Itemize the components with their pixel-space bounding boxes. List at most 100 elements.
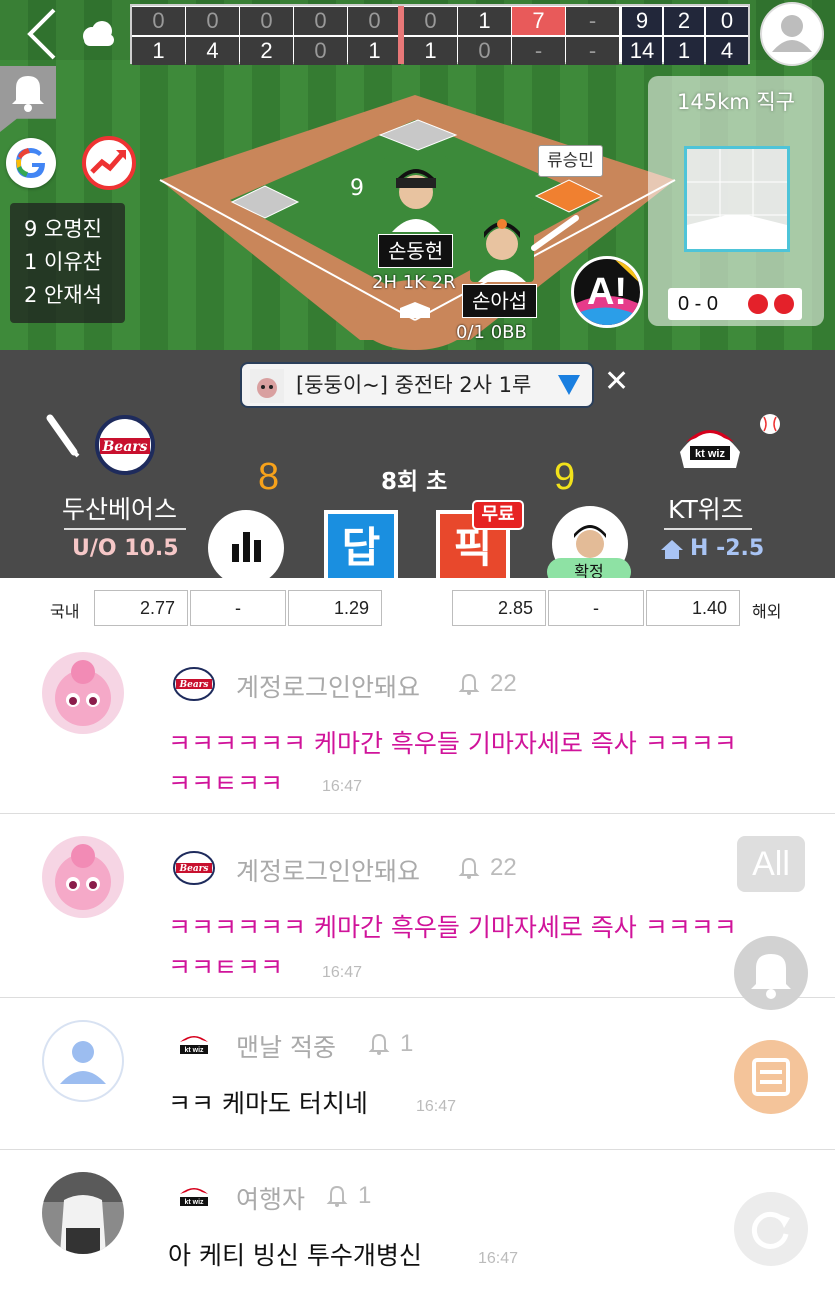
- inning-score: 1: [458, 7, 511, 35]
- count-text: 0 - 0: [678, 293, 719, 315]
- avatar[interactable]: [42, 836, 124, 918]
- user-icon: [772, 15, 812, 52]
- home-team-name: KT위즈: [668, 495, 744, 524]
- list-icon: [752, 1058, 790, 1096]
- avatar[interactable]: [42, 1172, 124, 1254]
- kt-wiz-logo: kt wiz: [676, 412, 744, 478]
- over-under-line: U/O 10.5: [72, 536, 179, 561]
- chat-time: 16:47: [322, 964, 363, 981]
- inning-indicator: 8회 초: [381, 469, 448, 495]
- svg-text:kt wiz: kt wiz: [695, 448, 725, 460]
- away-runs: 9: [622, 7, 662, 35]
- pitcher-name-tag[interactable]: 손아섭: [462, 284, 538, 318]
- like-count: 22: [490, 854, 517, 881]
- avatar[interactable]: [42, 652, 124, 734]
- batter-photo: [384, 156, 448, 232]
- scoreboard: 0 0 0 0 0 0 1 7 - 9 2 0 1 4 2 0 1 1 0 - …: [130, 4, 750, 65]
- strike-zone: [684, 146, 790, 252]
- inning-score: 0: [294, 37, 347, 65]
- chat-username[interactable]: 계정로그인안돼요: [236, 852, 420, 888]
- scoreboard-divider: [398, 6, 404, 64]
- inning-score: 1: [348, 37, 401, 65]
- domestic-odds-draw: -: [190, 590, 286, 626]
- ticker-thumbnail: [250, 369, 284, 403]
- pitcher-photo: [470, 206, 534, 282]
- doosan-bears-logo: Bears: [92, 412, 158, 478]
- chat-message[interactable]: Bears 계정로그인안돼요 22 ㅋㅋㅋㅋㅋㅋ 케마간 흑우들 기마자세로 즉…: [0, 814, 835, 998]
- google-button[interactable]: [6, 138, 56, 188]
- inning-score: 0: [348, 7, 401, 35]
- chat-username[interactable]: 계정로그인안돼요: [236, 668, 420, 704]
- ticker-text: [둥둥이~] 중전타 2사 1루: [296, 373, 532, 397]
- bar-chart-icon: [232, 532, 261, 562]
- svg-text:kt wiz: kt wiz: [184, 1199, 204, 1206]
- refresh-icon: [751, 1211, 790, 1249]
- inning-score: 4: [186, 37, 239, 65]
- kt-wiz-logo: kt wiz: [172, 1178, 216, 1214]
- bell-icon: [326, 1185, 348, 1207]
- chat-message[interactable]: Bears 계정로그인안돼요 22 ㅋㅋㅋㅋㅋㅋ 케마간 흑우들 기마자세로 즉…: [0, 638, 835, 814]
- stats-button[interactable]: [208, 510, 284, 586]
- scoreboard-away-row: 0 0 0 0 0 0 1 7 - 9 2 0: [132, 7, 748, 35]
- notification-float-button[interactable]: [734, 936, 808, 1010]
- divider: [664, 528, 752, 530]
- chat-text: ㅋㅋㅋㅋㅋㅋ 케마간 흑우들 기마자세로 즉사 ㅋㅋㅋㅋ: [168, 729, 737, 758]
- chat-message[interactable]: kt wiz 맨날 적중 1 ㅋㅋ 케마도 터치네 16:47: [0, 998, 835, 1150]
- avatar[interactable]: [42, 1020, 124, 1102]
- overseas-odds-home: 1.40: [646, 590, 740, 626]
- back-icon[interactable]: [22, 6, 62, 62]
- runner-name-tag[interactable]: 류승민: [538, 145, 603, 177]
- cloud-weather-icon: [83, 21, 114, 46]
- scoreboard-home-row: 1 4 2 0 1 1 0 - - 14 1 4: [132, 37, 748, 65]
- close-ticker-button[interactable]: ✕: [604, 364, 629, 399]
- inning-score: 0: [240, 7, 293, 35]
- kt-wiz-logo: kt wiz: [172, 1026, 216, 1062]
- play-ticker[interactable]: [둥둥이~] 중전타 2사 1루: [240, 362, 594, 408]
- bell-icon: [458, 857, 480, 879]
- bat-icon: [46, 414, 80, 458]
- baseball-field: 0 0 0 0 0 0 1 7 - 9 2 0 1 4 2 0 1 1 0 - …: [0, 0, 835, 350]
- handicap-line: H -2.5: [690, 536, 765, 561]
- free-badge: 무료: [472, 500, 524, 530]
- chat-text: ㅋㅋ 케마도 터치네: [168, 1089, 368, 1118]
- trend-button[interactable]: [82, 136, 136, 190]
- home-icon: [661, 540, 683, 559]
- profile-button[interactable]: [760, 2, 824, 66]
- chat-username[interactable]: 여행자: [236, 1180, 305, 1216]
- odds-row: 국내 2.77 - 1.29 2.85 - 1.40 해외: [0, 578, 835, 638]
- pitch-info-panel: 145km 직구 0 - 0: [648, 76, 824, 326]
- ball-strike-count: 0 - 0: [668, 288, 802, 320]
- batter-name-tag[interactable]: 손동현: [378, 234, 454, 268]
- inning-score-current: 7: [512, 7, 565, 35]
- inning-score: 0: [294, 7, 347, 35]
- home-hits: 1: [664, 37, 704, 65]
- away-score: 8: [258, 456, 280, 498]
- bell-icon: [751, 954, 791, 999]
- inning-score: 0: [458, 37, 511, 65]
- bell-icon: [12, 76, 44, 112]
- inning-score: 1: [404, 37, 457, 65]
- out-indicator: [774, 294, 794, 314]
- like-count: 22: [490, 670, 517, 697]
- overseas-odds-label: 해외: [752, 602, 782, 621]
- a-button[interactable]: A!: [571, 256, 643, 328]
- doosan-bears-logo: Bears: [172, 666, 216, 702]
- menu-float-button[interactable]: [734, 1040, 808, 1114]
- inning-score: 0: [132, 7, 185, 35]
- chat-message[interactable]: kt wiz 여행자 1 아 케티 빙신 투수개병신 16:47: [0, 1150, 835, 1295]
- refresh-float-button[interactable]: [734, 1192, 808, 1266]
- all-filter-button[interactable]: All: [737, 836, 805, 892]
- chat-text: 아 케티 빙신 투수개병신: [168, 1241, 422, 1270]
- dropdown-triangle-icon[interactable]: [558, 375, 580, 395]
- away-team-name: 두산베어스: [62, 495, 178, 524]
- answer-button[interactable]: 답: [324, 510, 398, 584]
- out-indicator: [748, 294, 768, 314]
- chat-text: ㅋㅋㅌㅋㅋ: [168, 769, 284, 798]
- inning-score: 0: [186, 7, 239, 35]
- a-button-label: A!: [586, 271, 628, 313]
- chat-username[interactable]: 맨날 적중: [236, 1028, 336, 1064]
- lineup-item: 9 오명진: [24, 217, 102, 241]
- domestic-odds-home: 1.29: [288, 590, 382, 626]
- fielder-position-number: 9: [350, 176, 364, 201]
- away-errors: 0: [706, 7, 748, 35]
